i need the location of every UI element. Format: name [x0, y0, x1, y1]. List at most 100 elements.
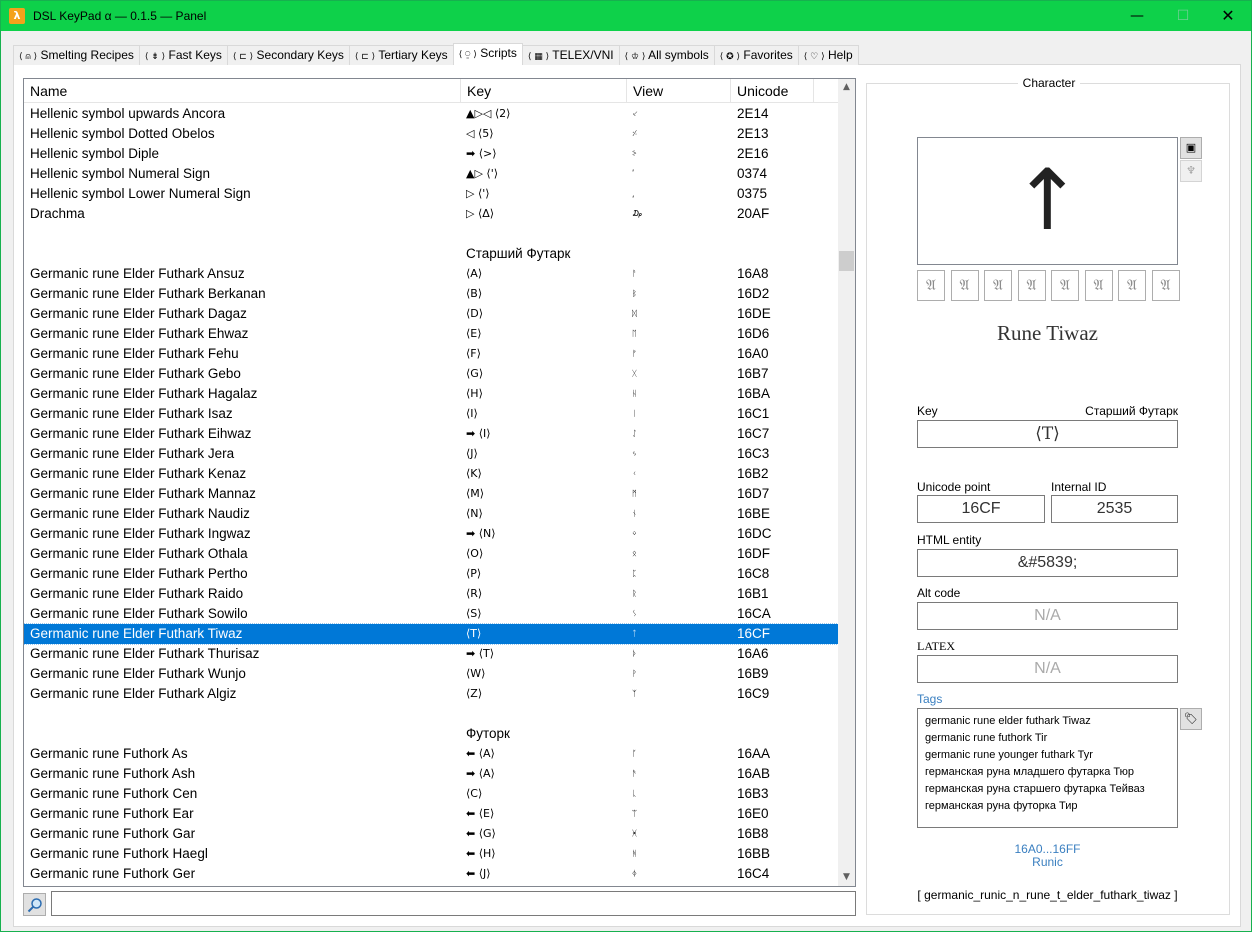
key-field[interactable]: ⟨T⟩ [917, 420, 1178, 448]
internal-id-field[interactable]: 2535 [1051, 495, 1178, 523]
list-item[interactable]: Germanic rune Futhork Gar ⬅ ⟨G⟩ ᚸ 16B8 [24, 824, 838, 844]
cell-unicode: 16C4 [737, 866, 770, 881]
list-item[interactable]: Germanic rune Futhork Cen ⟨C⟩ ᚳ 16B3 [24, 784, 838, 804]
cell-key: ▷ ⟨'⟩ [466, 187, 490, 200]
close-button[interactable]: ✕ [1205, 1, 1251, 31]
cell-unicode: 16AB [737, 766, 771, 781]
list-item[interactable]: Germanic rune Elder Futhark Ansuz ⟨A⟩ ᚨ 16A… [24, 264, 838, 284]
font-variant-button[interactable]: 𝔄 [984, 270, 1012, 301]
column-header-view[interactable]: View [627, 79, 731, 103]
list-item[interactable]: Germanic rune Elder Futhark Wunjo ⟨W⟩ ᚹ 16B… [24, 664, 838, 684]
column-header-name[interactable]: Name [24, 79, 461, 103]
search-input[interactable] [51, 891, 856, 916]
list-item[interactable]: Germanic rune Elder Futhark Othala ⟨O⟩ ᛟ 16… [24, 544, 838, 564]
font-variant-button[interactable]: 𝔄 [1118, 270, 1146, 301]
list-scrollbar[interactable]: ▲ ▼ [838, 79, 855, 886]
scroll-thumb[interactable] [839, 251, 854, 271]
tab-all-symbols[interactable]: ⟨ ♔ ⟩ All symbols [618, 45, 715, 65]
font-variant-icon[interactable]: ♆ [1180, 160, 1202, 182]
column-header-unicode[interactable]: Unicode [731, 79, 814, 103]
unicode-block-link[interactable]: 16A0...16FF Runic [917, 843, 1178, 869]
latex-field[interactable]: N/A [917, 655, 1178, 683]
font-variant-button[interactable]: 𝔄 [1084, 270, 1113, 301]
font-variant-button[interactable]: 𝔄 [917, 270, 945, 301]
book-icon[interactable]: ▣ [1180, 137, 1202, 159]
tab-smelting-recipes[interactable]: ⟨ ⍝ ⟩ Smelting Recipes [13, 45, 140, 65]
list-item[interactable]: Germanic rune Elder Futhark Algiz ⟨Z⟩ ᛉ 16C… [24, 684, 838, 704]
cell-key: Старший Футарк [466, 246, 571, 261]
scroll-up-arrow-icon[interactable]: ▲ [838, 79, 855, 96]
cell-name: Germanic rune Elder Futhark Jera [30, 446, 235, 461]
unicode-point-field[interactable]: 16CF [917, 495, 1045, 523]
list-item[interactable]: Hellenic symbol Diple ➡ ⟨>⟩ ⸖ 2E16 [24, 144, 838, 164]
maximize-button[interactable]: ☐ [1160, 1, 1206, 31]
list-item[interactable]: Hellenic symbol Numeral Sign ▲▷ ⟨'⟩ ʹ 0374 [24, 164, 838, 184]
list-item[interactable]: Germanic rune Elder Futhark Jera ⟨J⟩ ᛃ 16C3 [24, 444, 838, 464]
tab-secondary-keys[interactable]: ⟨ ⊏ ⟩ Secondary Keys [226, 45, 350, 65]
scroll-down-arrow-icon[interactable]: ▼ [838, 869, 855, 886]
list-item[interactable]: Germanic rune Elder Futhark Fehu ⟨F⟩ ᚠ 16A0 [24, 344, 838, 364]
cell-key: ⟨C⟩ [466, 787, 483, 800]
block-name[interactable]: Runic [917, 856, 1178, 869]
list-item[interactable]: Germanic rune Elder Futhark Gebo ⟨G⟩ ᚷ 16B7 [24, 364, 838, 384]
list-item[interactable]: Germanic rune Elder Futhark Mannaz ⟨M⟩ ᛗ 16… [24, 484, 838, 504]
list-item[interactable]: Germanic rune Elder Futhark Raido ⟨R⟩ ᚱ 16B… [24, 584, 838, 604]
list-item[interactable]: Hellenic symbol upwards Ancora ▲▷◁ ⟨2⟩ ⸔ 2E… [24, 104, 838, 124]
list-item[interactable]: Germanic rune Elder Futhark Naudiz ⟨N⟩ ᚾ 16… [24, 504, 838, 524]
tab-icon: ⟨ ♡ ⟩ [803, 52, 825, 62]
list-item[interactable]: Germanic rune Elder Futhark Ingwaz ➡ ⟨N⟩ ᛜ… [24, 524, 838, 544]
cell-key: ▲▷◁ ⟨2⟩ [466, 107, 511, 120]
list-item[interactable]: Germanic rune Elder Futhark Dagaz ⟨D⟩ ᛞ 16D… [24, 304, 838, 324]
tab-help[interactable]: ⟨ ♡ ⟩ Help [797, 45, 859, 65]
font-variant-button[interactable]: 𝔄 [1051, 270, 1079, 301]
list-item[interactable]: Germanic rune Futhork As ⬅ ⟨A⟩ ᚪ 16AA [24, 744, 838, 764]
list-item[interactable]: Germanic rune Elder Futhark Eihwaz ➡ ⟨I⟩ ᛇ… [24, 424, 838, 444]
list-item[interactable]: Germanic rune Elder Futhark Ehwaz ⟨E⟩ ᛖ 16D… [24, 324, 838, 344]
tab-scripts[interactable]: ⟨ ⍜ ⟩ Scripts [452, 43, 523, 65]
cell-name: Germanic rune Elder Futhark Sowilo [30, 606, 248, 621]
symbol-list[interactable]: Name Key View Unicode Hellenic symbol up… [23, 78, 856, 887]
title-bar: λ DSL KeyPad α — 0.1.5 — Panel — ☐ ✕ [1, 1, 1251, 31]
list-item[interactable]: Hellenic symbol Lower Numeral Sign ▷ ⟨'⟩ ͵… [24, 184, 838, 204]
minimize-button[interactable]: — [1114, 1, 1160, 31]
list-item[interactable]: Germanic rune Elder Futhark Pertho ⟨P⟩ ᛈ 16… [24, 564, 838, 584]
window-title: DSL KeyPad α — 0.1.5 — Panel [33, 9, 207, 23]
column-header-key[interactable]: Key [461, 79, 627, 103]
alt-code-field[interactable]: N/A [917, 602, 1178, 630]
cell-view: ᚱ [632, 589, 637, 598]
list-item[interactable]: Germanic rune Elder Futhark Isaz ⟨I⟩ ᛁ 16C1 [24, 404, 838, 424]
list-item[interactable]: Hellenic symbol Dotted Obelos ◁ ⟨5⟩ ⸓ 2E13 [24, 124, 838, 144]
search-button[interactable] [23, 893, 46, 916]
cell-unicode: 16C3 [737, 446, 770, 461]
tags-label[interactable]: Tags [917, 692, 942, 706]
list-item[interactable]: Germanic rune Futhork Ear ⬅ ⟨E⟩ ᛠ 16E0 [24, 804, 838, 824]
cell-key: ⬅ ⟨G⟩ [466, 827, 496, 840]
cell-key: ⟨F⟩ [466, 347, 481, 360]
font-variant-button[interactable]: 𝔄 [1017, 270, 1046, 301]
tags-list[interactable]: germanic rune elder futhark Tiwaz germani… [917, 708, 1178, 828]
list-item[interactable]: Germanic rune Elder Futhark Thurisaz ➡ ⟨T… [24, 644, 838, 664]
tag-icon[interactable]: 🏷 [1180, 708, 1202, 730]
list-item[interactable]: Germanic rune Futhork Haegl ⬅ ⟨H⟩ ᚻ 16BB [24, 844, 838, 864]
list-item[interactable]: Germanic rune Elder Futhark Kenaz ⟨K⟩ ᚲ 16B… [24, 464, 838, 484]
list-item[interactable]: Germanic rune Elder Futhark Tiwaz ⟨T⟩ ᛏ 16C… [24, 623, 839, 645]
tab-tertiary-keys[interactable]: ⟨ ⊏ ⟩ Tertiary Keys [348, 45, 454, 65]
html-entity-field[interactable]: &#5839; [917, 549, 1178, 577]
list-item[interactable]: Germanic rune Futhork Ash ➡ ⟨A⟩ ᚫ 16AB [24, 764, 838, 784]
cell-unicode: 0374 [737, 166, 768, 181]
tab-favorites[interactable]: ⟨ ✪ ⟩ Favorites [713, 45, 799, 65]
font-variant-button[interactable]: 𝔄 [1151, 270, 1180, 301]
cell-unicode: 16B7 [737, 366, 769, 381]
list-item[interactable]: Germanic rune Elder Futhark Sowilo ⟨S⟩ ᛊ 16… [24, 604, 838, 624]
tab-fast-keys[interactable]: ⟨ ⇟ ⟩ Fast Keys [138, 45, 228, 65]
list-item[interactable]: Germanic rune Futhork Ger ⬅ ⟨J⟩ ᛄ 16C4 [24, 864, 838, 884]
list-item[interactable]: Germanic rune Elder Futhark Berkanan ⟨B⟩ ᛒ… [24, 284, 838, 304]
font-variant-button[interactable]: 𝔄 [950, 270, 979, 301]
cell-unicode: 16C7 [737, 426, 770, 441]
cell-key: ➡ ⟨N⟩ [466, 527, 496, 540]
list-item[interactable]: Germanic rune Elder Futhark Hagalaz ⟨H⟩ ᚺ 1… [24, 384, 838, 404]
cell-unicode: 16D7 [737, 486, 770, 501]
tab-telex-vni[interactable]: ⟨ ▦ ⟩ TELEX/VNI [521, 45, 620, 65]
list-item[interactable]: Drachma ▷ ⟨Δ⟩ ₯ 20AF [24, 204, 838, 224]
cell-key: ⬅ ⟨A⟩ [466, 747, 495, 760]
